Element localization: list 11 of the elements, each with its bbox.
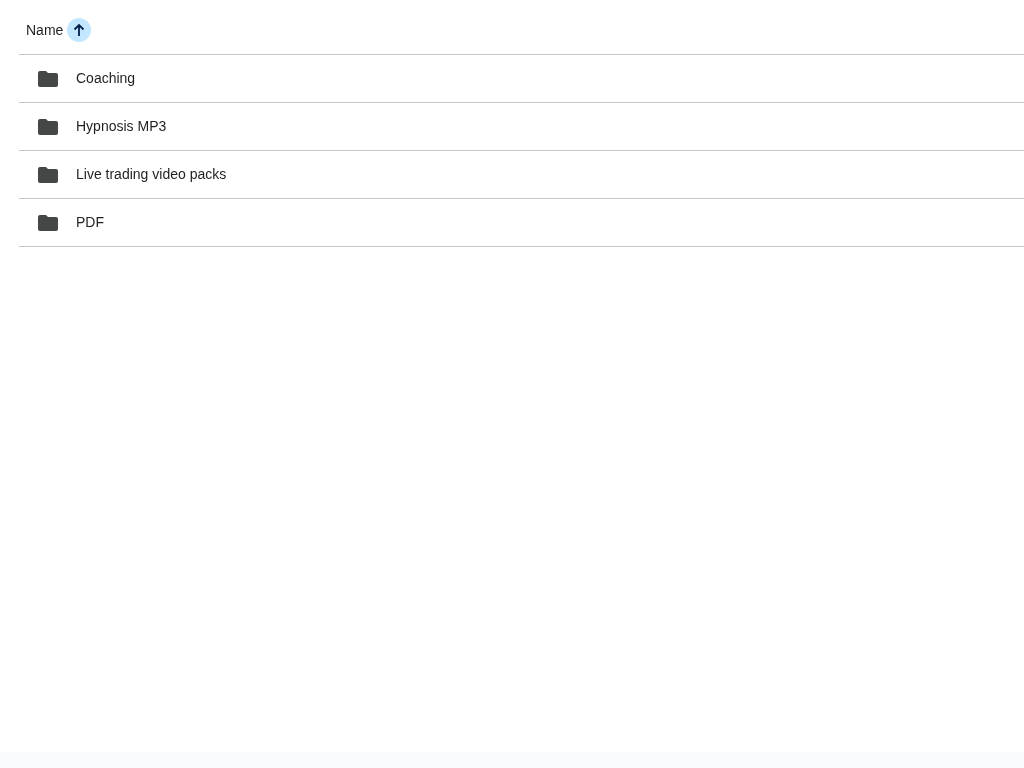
folder-name[interactable]: PDF (76, 212, 104, 233)
column-header[interactable]: Name (26, 19, 64, 41)
folder-name[interactable]: Coaching (76, 68, 136, 89)
folder-icon (38, 70, 58, 87)
folder-name[interactable]: Hypnosis MP3 (76, 116, 167, 137)
folder-icon (38, 214, 58, 231)
folder-icon (38, 166, 58, 183)
folder-name[interactable]: Live trading video packs (76, 164, 227, 185)
folder-icon (38, 118, 58, 135)
up-arrow-icon (72, 23, 87, 37)
sort-button[interactable] (67, 18, 92, 42)
